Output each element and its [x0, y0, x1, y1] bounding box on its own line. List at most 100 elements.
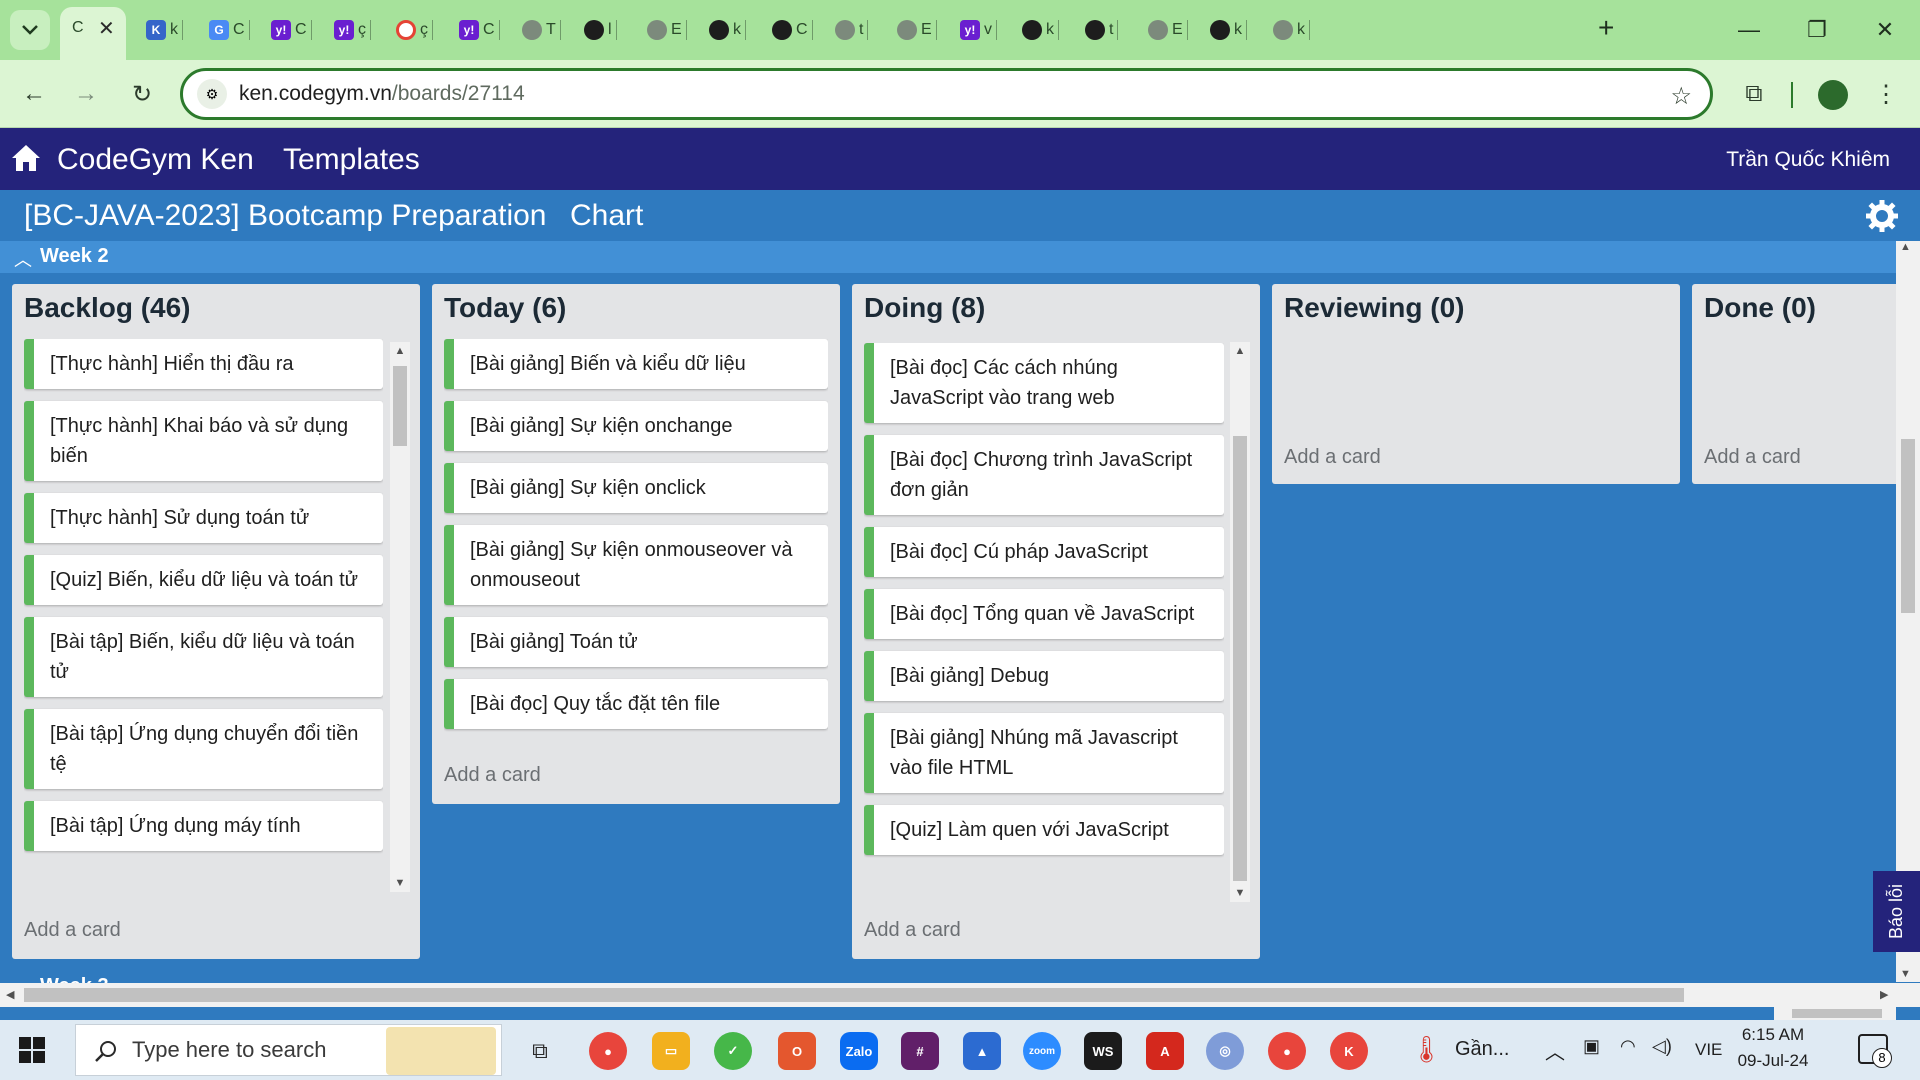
- slack-icon[interactable]: #: [901, 1032, 939, 1070]
- add-card-link[interactable]: Add a card: [1284, 446, 1381, 469]
- scroll-down-arrow[interactable]: ▼: [390, 874, 410, 892]
- task-card[interactable]: [Bài tập] Biến, kiểu dữ liệu và toán tử: [24, 617, 383, 697]
- browser-tab[interactable]: E: [647, 14, 687, 46]
- close-window-button[interactable]: ✕: [1855, 10, 1915, 50]
- wifi-icon[interactable]: ◠: [1620, 1036, 1636, 1057]
- back-button[interactable]: ←: [14, 74, 54, 114]
- browser-tab[interactable]: Kk: [146, 14, 183, 46]
- photos-icon[interactable]: ▲: [963, 1032, 1001, 1070]
- scroll-down-arrow[interactable]: ▼: [1900, 968, 1911, 980]
- new-tab-button[interactable]: +: [1598, 12, 1614, 44]
- templates-link[interactable]: Templates: [283, 143, 420, 177]
- chrome-profile-icon[interactable]: ●: [1268, 1032, 1306, 1070]
- weather-thermometer-icon[interactable]: 🌡: [1410, 1034, 1443, 1065]
- task-card[interactable]: [Quiz] Làm quen với JavaScript: [864, 805, 1224, 855]
- task-card[interactable]: [Thực hành] Khai báo và sử dụng biến: [24, 401, 383, 481]
- task-card[interactable]: [Bài giảng] Sự kiện onchange: [444, 401, 828, 451]
- report-bug-button[interactable]: Báo lỗi: [1873, 871, 1920, 952]
- task-card[interactable]: [Bài đọc] Cú pháp JavaScript: [864, 527, 1224, 577]
- add-card-link[interactable]: Add a card: [444, 764, 541, 787]
- column-scrollbar[interactable]: ▲ ▼: [1230, 342, 1250, 902]
- column-scrollbar[interactable]: ▲ ▼: [390, 342, 410, 892]
- address-bar[interactable]: ⚙ ken.codegym.vn/boards/27114 ☆: [180, 68, 1713, 120]
- week-label[interactable]: Week 2: [40, 245, 109, 268]
- chrome-profile-k-icon[interactable]: K: [1330, 1032, 1368, 1070]
- scroll-down-arrow[interactable]: ▼: [1230, 884, 1250, 902]
- home-icon[interactable]: [10, 142, 42, 174]
- task-card[interactable]: [Bài giảng] Debug: [864, 651, 1224, 701]
- browser-tab[interactable]: E: [897, 14, 937, 46]
- scroll-thumb[interactable]: [1792, 1009, 1882, 1018]
- scroll-left-arrow[interactable]: ◀: [6, 988, 14, 1001]
- gear-icon[interactable]: [1866, 200, 1898, 232]
- chromium-icon[interactable]: ◎: [1206, 1032, 1244, 1070]
- browser-tab[interactable]: ç: [396, 14, 433, 46]
- webstorm-icon[interactable]: WS: [1084, 1032, 1122, 1070]
- browser-tab[interactable]: k: [1273, 14, 1310, 46]
- browser-tab[interactable]: l: [584, 14, 617, 46]
- task-card[interactable]: [Thực hành] Hiển thị đầu ra: [24, 339, 383, 389]
- acrobat-icon[interactable]: A: [1146, 1032, 1184, 1070]
- board-title[interactable]: [BC-JAVA-2023] Bootcamp Preparation: [24, 199, 546, 233]
- office-icon[interactable]: O: [778, 1032, 816, 1070]
- zalo-icon[interactable]: Zalo: [840, 1032, 878, 1070]
- browser-tab[interactable]: y! ç: [334, 14, 371, 46]
- chevron-up-icon[interactable]: ︿: [14, 246, 32, 272]
- scroll-up-arrow[interactable]: ▲: [1230, 342, 1250, 360]
- forward-button[interactable]: →: [66, 74, 106, 114]
- browser-tab[interactable]: T: [522, 14, 561, 46]
- browser-tab[interactable]: t: [835, 14, 869, 46]
- browser-tab[interactable]: k: [1210, 14, 1247, 46]
- site-info-icon[interactable]: ⚙: [197, 79, 227, 109]
- extensions-icon[interactable]: ⧉: [1734, 74, 1774, 114]
- input-language[interactable]: VIE: [1695, 1040, 1722, 1060]
- task-card[interactable]: [Bài đọc] Các cách nhúng JavaScript vào …: [864, 343, 1224, 423]
- url-text[interactable]: ken.codegym.vn/boards/27114: [239, 82, 525, 106]
- scroll-thumb[interactable]: [1233, 436, 1247, 881]
- browser-menu-icon[interactable]: ⋮: [1866, 74, 1906, 114]
- add-card-link[interactable]: Add a card: [24, 919, 121, 942]
- browser-tab[interactable]: y! C: [271, 14, 312, 46]
- browser-tab[interactable]: y! v: [960, 14, 997, 46]
- windows-start-icon[interactable]: [18, 1036, 46, 1064]
- chart-link[interactable]: Chart: [570, 199, 643, 233]
- scroll-right-arrow[interactable]: ▶: [1880, 988, 1888, 1001]
- browser-tab[interactable]: E: [1148, 14, 1188, 46]
- meet-now-icon[interactable]: ▣: [1583, 1036, 1600, 1057]
- browser-tab[interactable]: y! C: [459, 14, 500, 46]
- browser-tab[interactable]: GC: [209, 14, 250, 46]
- zoom-icon[interactable]: zoom: [1023, 1032, 1061, 1070]
- scroll-thumb[interactable]: [1901, 439, 1915, 613]
- weather-text[interactable]: Gần...: [1455, 1038, 1509, 1061]
- profile-avatar[interactable]: [1818, 80, 1848, 110]
- task-card[interactable]: [Bài đọc] Tổng quan về JavaScript: [864, 589, 1224, 639]
- browser-tab[interactable]: k: [709, 14, 746, 46]
- next-week-header[interactable]: Week 3: [40, 974, 109, 983]
- file-explorer-icon[interactable]: ▭: [652, 1032, 690, 1070]
- minimize-button[interactable]: —: [1719, 10, 1779, 50]
- add-card-link[interactable]: Add a card: [1704, 446, 1801, 469]
- add-card-link[interactable]: Add a card: [864, 919, 961, 942]
- coccoc-icon[interactable]: ✓: [714, 1032, 752, 1070]
- clock-date[interactable]: 09-Jul-24: [1728, 1051, 1818, 1071]
- task-card[interactable]: [Bài giảng] Toán tử: [444, 617, 828, 667]
- tab-search-button[interactable]: [10, 10, 50, 50]
- task-card[interactable]: [Bài giảng] Biến và kiểu dữ liệu: [444, 339, 828, 389]
- clock-time[interactable]: 6:15 AM: [1728, 1025, 1818, 1045]
- scroll-up-arrow[interactable]: ▲: [390, 342, 410, 360]
- browser-tab[interactable]: C: [772, 14, 813, 46]
- taskbar-search-input[interactable]: Type here to search: [75, 1024, 502, 1076]
- reload-button[interactable]: ↻: [122, 74, 162, 114]
- chrome-icon[interactable]: ●: [589, 1032, 627, 1070]
- notification-icon[interactable]: 8: [1858, 1034, 1892, 1068]
- scroll-thumb[interactable]: [393, 366, 407, 446]
- tab-codegym-active[interactable]: C ✕: [60, 7, 126, 60]
- scroll-thumb[interactable]: [24, 988, 1684, 1002]
- browser-tab[interactable]: t: [1085, 14, 1119, 46]
- restore-button[interactable]: ❐: [1787, 10, 1847, 50]
- task-card[interactable]: [Bài giảng] Sự kiện onclick: [444, 463, 828, 513]
- browser-tab[interactable]: k: [1022, 14, 1059, 46]
- user-name[interactable]: Trần Quốc Khiêm: [1726, 148, 1890, 172]
- task-card[interactable]: [Thực hành] Sử dụng toán tử: [24, 493, 383, 543]
- task-view-icon[interactable]: ⧉: [521, 1032, 559, 1070]
